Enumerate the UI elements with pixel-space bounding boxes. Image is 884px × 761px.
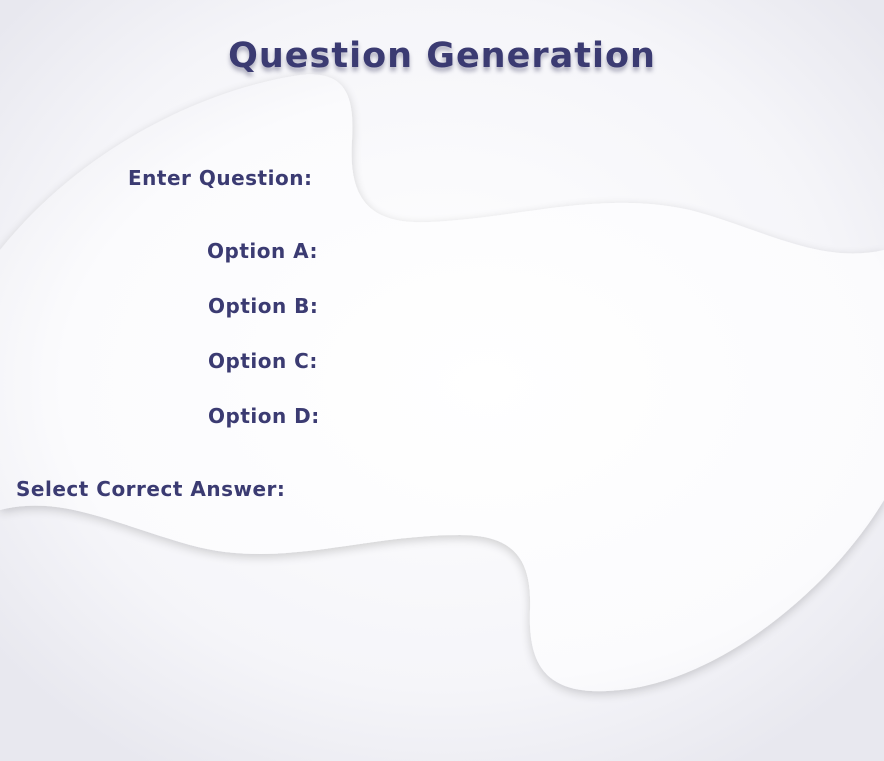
question-label: Enter Question: [128, 166, 313, 190]
option-d-input[interactable] [338, 402, 742, 432]
option-a-input[interactable] [338, 237, 742, 267]
option-b-input[interactable] [338, 292, 742, 322]
correct-answer-select[interactable] [338, 475, 538, 503]
background-blob [0, 0, 884, 761]
option-c-label: Option C: [208, 349, 318, 373]
option-c-input[interactable] [338, 347, 742, 377]
correct-answer-label: Select Correct Answer: [16, 477, 286, 501]
option-a-label: Option A: [207, 239, 319, 263]
option-b-label: Option B: [208, 294, 319, 318]
question-input[interactable] [345, 164, 749, 194]
page-title: Question Generation [228, 36, 656, 76]
option-d-label: Option D: [208, 404, 320, 428]
